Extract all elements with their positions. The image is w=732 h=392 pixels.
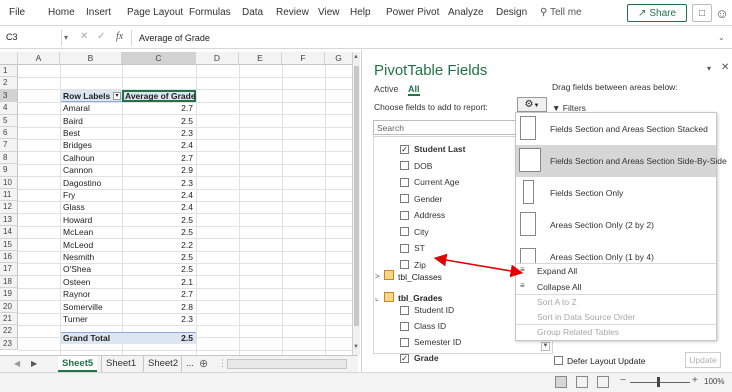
page-break-view-icon[interactable] xyxy=(597,376,609,388)
zoom-slider-track[interactable] xyxy=(630,382,690,383)
zoom-in-icon[interactable]: + xyxy=(692,375,698,386)
annotation-arrow xyxy=(433,253,524,278)
status-bar: − + 100% xyxy=(0,372,732,392)
zoom-slider-thumb[interactable] xyxy=(657,377,660,387)
zoom-level[interactable]: 100% xyxy=(704,377,724,386)
page-layout-view-icon[interactable] xyxy=(576,376,588,388)
normal-view-icon[interactable] xyxy=(555,376,567,388)
zoom-out-icon[interactable]: − xyxy=(620,375,626,386)
